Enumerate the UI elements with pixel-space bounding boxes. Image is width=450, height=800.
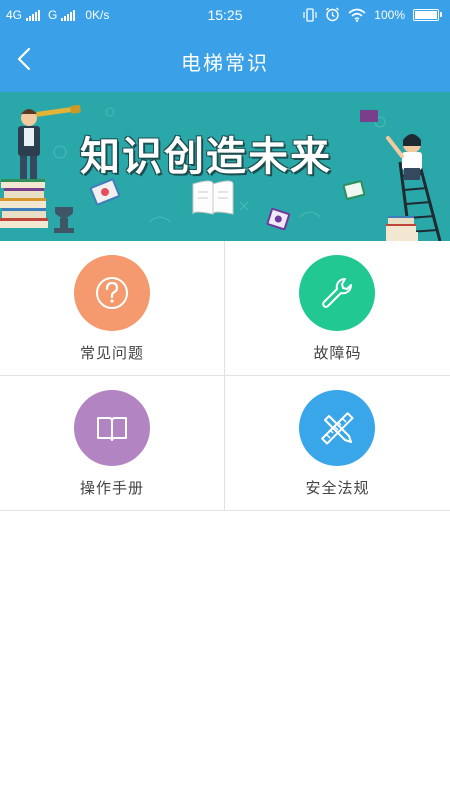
status-bar: 4G G 0K/s 15:25 100% — [0, 0, 450, 30]
banner[interactable]: 知识创造未来 — [0, 92, 450, 241]
battery-icon — [413, 8, 442, 21]
menu-item-faq[interactable]: 常见问题 — [0, 241, 225, 376]
menu-item-manual[interactable]: 操作手册 — [0, 376, 225, 511]
floating-book-purple — [266, 207, 291, 231]
floating-book-green — [342, 180, 366, 200]
page-title: 电梯常识 — [181, 53, 269, 75]
book-stack-right — [386, 216, 418, 241]
battery-percent: 100% — [374, 7, 405, 22]
floating-book-blue — [89, 178, 121, 206]
book-stack-left — [0, 179, 48, 228]
question-icon — [96, 277, 128, 309]
menu-item-label: 常见问题 — [79, 345, 144, 362]
menu-item-safety-regulations[interactable]: 安全法规 — [225, 376, 450, 511]
menu-item-fault-code[interactable]: 故障码 — [225, 241, 450, 376]
menu-icon-circle — [299, 255, 375, 331]
menu-icon-circle — [299, 390, 375, 466]
top-bar: 4G G 0K/s 15:25 100% 电梯常识 — [0, 0, 450, 92]
menu-grid: 常见问题 故障码 操作手册 安全法规 — [0, 241, 450, 512]
person-on-ladder — [360, 110, 422, 180]
menu-item-label: 故障码 — [313, 345, 362, 362]
menu-icon-circle — [74, 255, 150, 331]
book-icon — [97, 417, 127, 441]
wifi-icon — [348, 8, 366, 22]
vibrate-icon — [303, 7, 317, 22]
menu-item-label: 操作手册 — [79, 480, 144, 497]
person-with-telescope — [18, 104, 81, 179]
open-book — [192, 180, 234, 215]
banner-slogan: 知识创造未来 — [80, 135, 332, 179]
app-header: 电梯常识 — [0, 30, 450, 92]
ruler-pencil-icon — [321, 412, 354, 445]
menu-item-label: 安全法规 — [305, 480, 370, 497]
wrench-icon — [322, 278, 352, 308]
alarm-icon — [326, 7, 340, 22]
trophy — [54, 207, 74, 233]
menu-icon-circle — [74, 390, 150, 466]
